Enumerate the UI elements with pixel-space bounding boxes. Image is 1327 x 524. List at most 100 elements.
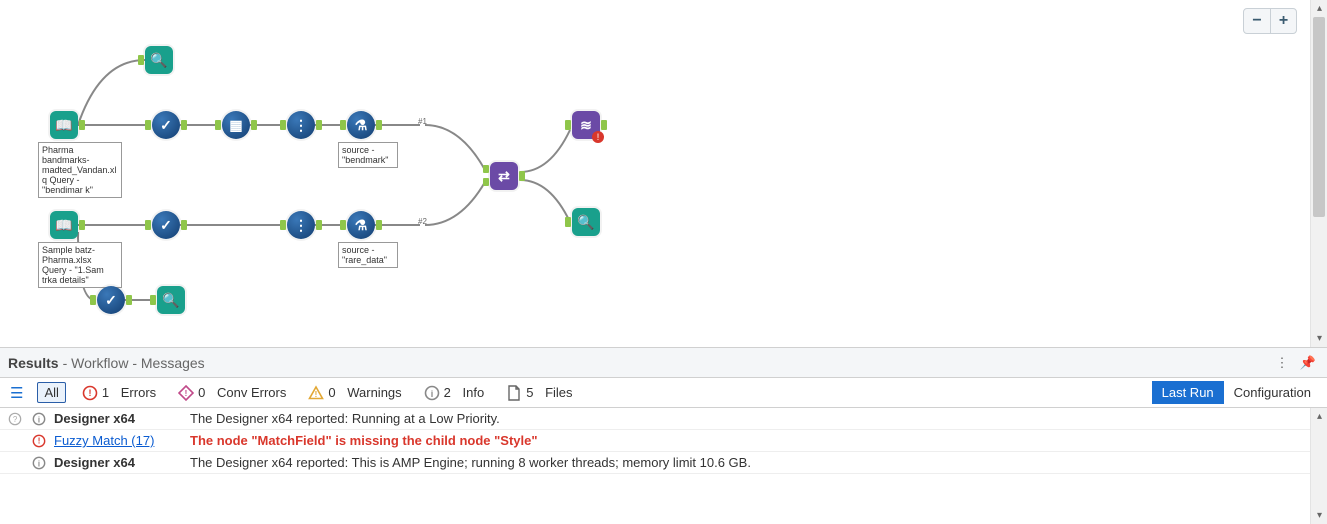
messages-vertical-scrollbar[interactable]: ▴ ▾ <box>1310 408 1327 524</box>
svg-text:!: ! <box>38 436 41 445</box>
pin-button[interactable]: 📌 <box>1297 352 1319 374</box>
message-text: The node "MatchField" is missing the chi… <box>190 433 538 448</box>
recordid-tool-3[interactable]: ⋮ <box>287 211 315 239</box>
info-icon: i <box>30 412 48 426</box>
grid-icon: ▦ <box>229 117 242 134</box>
more-options-button[interactable]: ⋮ <box>1271 352 1293 374</box>
filter-all-label: All <box>44 385 58 400</box>
select-tool-3[interactable]: ✓ <box>97 286 125 314</box>
filter-errors-count: 1 <box>102 385 109 400</box>
help-icon[interactable]: ? <box>6 412 24 426</box>
scroll-down-button[interactable]: ▾ <box>1311 330 1327 347</box>
pin-icon: 📌 <box>1300 355 1316 371</box>
warning-icon: ! <box>308 385 324 401</box>
results-subtitle: - Workflow - Messages <box>63 355 205 371</box>
formula-tool-1[interactable]: ⚗ <box>347 111 375 139</box>
union-icon: ⇄ <box>498 168 510 185</box>
error-icon: ! <box>30 434 48 448</box>
filter-warn-count: 0 <box>328 385 335 400</box>
select-tool-2[interactable]: ✓ <box>152 211 180 239</box>
error-badge-icon: ! <box>592 131 604 143</box>
binoculars-icon: 🔍 <box>150 52 167 69</box>
filter-conv-count: 0 <box>198 385 205 400</box>
kebab-icon: ⋮ <box>1276 355 1289 371</box>
check-icon: ✓ <box>105 292 117 309</box>
union-tool[interactable]: ⇄ <box>490 162 518 190</box>
zoom-out-button[interactable]: − <box>1244 9 1270 33</box>
info-icon: i <box>30 456 48 470</box>
message-source: Designer x64 <box>54 411 184 426</box>
recordid-tool-2[interactable]: ⋮ <box>287 111 315 139</box>
message-source-link[interactable]: Fuzzy Match (17) <box>54 433 154 448</box>
message-text: The Designer x64 reported: This is AMP E… <box>190 455 751 470</box>
tab-configuration[interactable]: Configuration <box>1224 381 1321 404</box>
messages-list: ? i Designer x64 The Designer x64 report… <box>0 408 1327 524</box>
scroll-thumb[interactable] <box>1313 17 1325 217</box>
scroll-up-button[interactable]: ▴ <box>1311 408 1327 425</box>
select-tool-1[interactable]: ✓ <box>152 111 180 139</box>
filter-all-button[interactable]: All <box>37 382 65 403</box>
svg-text:!: ! <box>315 390 318 399</box>
list-view-button[interactable]: ☰ <box>6 384 27 402</box>
recordid-tool-1[interactable]: ▦ <box>222 111 250 139</box>
filter-files-label: Files <box>545 385 572 400</box>
list-icon: ⋮ <box>294 117 308 134</box>
flask-icon: ⚗ <box>355 117 368 134</box>
list-icon: ⋮ <box>294 217 308 234</box>
binoculars-icon: 🔍 <box>162 292 179 309</box>
browse-tool-1[interactable]: 🔍 <box>145 46 173 74</box>
results-panel-header: Results - Workflow - Messages ⋮ 📌 <box>0 348 1327 378</box>
binoculars-icon: 🔍 <box>577 214 594 231</box>
zoom-controls: − + <box>1243 8 1297 34</box>
svg-text:i: i <box>38 459 40 468</box>
browse-tool-2[interactable]: 🔍 <box>572 208 600 236</box>
filter-info-count: 2 <box>444 385 451 400</box>
svg-text:i: i <box>38 415 40 424</box>
message-row[interactable]: ! Fuzzy Match (17) The node "MatchField"… <box>0 430 1327 452</box>
workflow-canvas[interactable]: − + 🔍 📖 Pharma bandmarks-madted_Vandan.x… <box>0 0 1327 347</box>
svg-text:!: ! <box>185 389 188 398</box>
formula-tool-2[interactable]: ⚗ <box>347 211 375 239</box>
message-row[interactable]: ? i Designer x64 The Designer x64 report… <box>0 408 1327 430</box>
filter-info-button[interactable]: i 2 Info <box>418 383 491 403</box>
filter-warn-label: Warnings <box>347 385 401 400</box>
tab-last-run[interactable]: Last Run <box>1152 381 1224 404</box>
message-source: Designer x64 <box>54 455 184 470</box>
scroll-up-button[interactable]: ▴ <box>1311 0 1327 17</box>
annotation-formula-1[interactable]: source - "bendmark" <box>338 142 398 168</box>
svg-text:!: ! <box>88 388 91 398</box>
annotation-input-2[interactable]: Sample batz-Pharma.xlsx Query - "1.Sam t… <box>38 242 122 288</box>
file-icon <box>506 385 522 401</box>
info-icon: i <box>424 385 440 401</box>
filter-files-button[interactable]: 5 Files <box>500 383 578 403</box>
filter-files-count: 5 <box>526 385 533 400</box>
flask-icon: ⚗ <box>355 217 368 234</box>
canvas-vertical-scrollbar[interactable]: ▴ ▾ <box>1310 0 1327 347</box>
results-tabs: Last Run Configuration <box>1152 381 1321 404</box>
filter-conv-label: Conv Errors <box>217 385 286 400</box>
filter-errors-button[interactable]: ! 1 Errors <box>76 383 162 403</box>
filter-warnings-button[interactable]: ! 0 Warnings <box>302 383 407 403</box>
conv-error-icon: ! <box>178 385 194 401</box>
check-icon: ✓ <box>160 217 172 234</box>
input-data-tool-1[interactable]: 📖 <box>50 111 78 139</box>
scroll-down-button[interactable]: ▾ <box>1311 507 1327 524</box>
annotation-formula-2[interactable]: source - "rare_data" <box>338 242 398 268</box>
filter-info-label: Info <box>463 385 485 400</box>
svg-text:?: ? <box>13 415 18 424</box>
error-icon: ! <box>82 385 98 401</box>
check-icon: ✓ <box>160 117 172 134</box>
input-data-tool-2[interactable]: 📖 <box>50 211 78 239</box>
book-icon: 📖 <box>55 217 72 234</box>
zoom-in-button[interactable]: + <box>1270 9 1296 33</box>
browse-tool-3[interactable]: 🔍 <box>157 286 185 314</box>
message-row[interactable]: i Designer x64 The Designer x64 reported… <box>0 452 1327 474</box>
connection-wires <box>0 0 1327 347</box>
port-label-1: #1 <box>418 117 427 126</box>
message-text: The Designer x64 reported: Running at a … <box>190 411 500 426</box>
filter-conv-errors-button[interactable]: ! 0 Conv Errors <box>172 383 292 403</box>
list-icon: ☰ <box>10 385 23 402</box>
annotation-input-1[interactable]: Pharma bandmarks-madted_Vandan.xl q Quer… <box>38 142 122 198</box>
workflow-canvas-wrap: − + 🔍 📖 Pharma bandmarks-madted_Vandan.x… <box>0 0 1327 348</box>
fuzzy-match-tool[interactable]: ≋ ! <box>572 111 600 139</box>
